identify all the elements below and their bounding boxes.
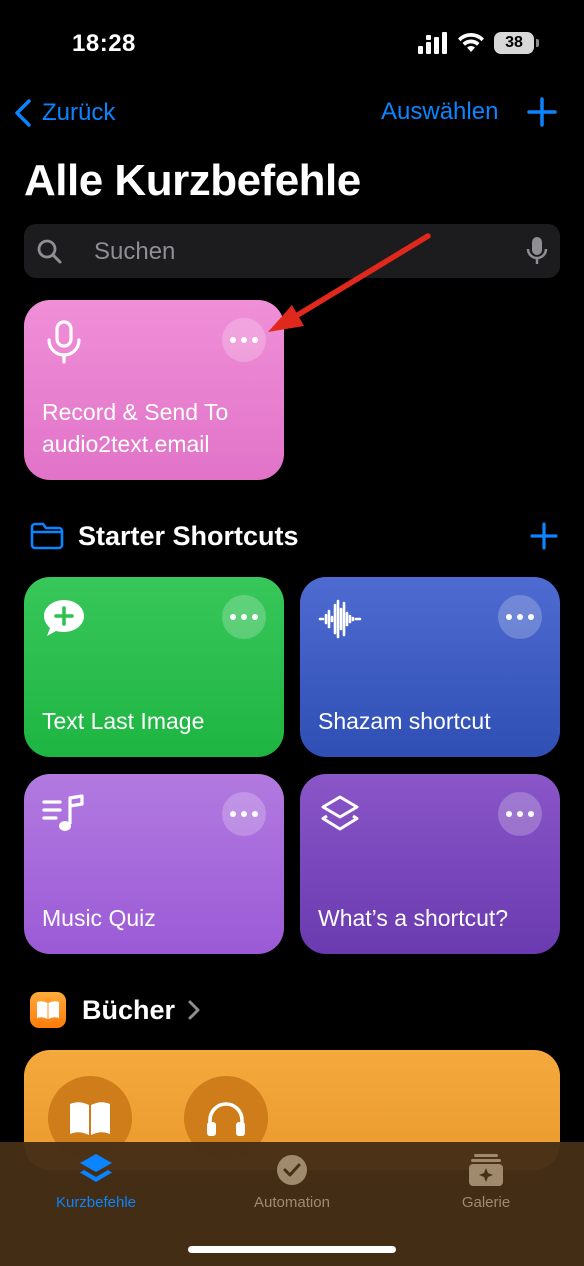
shortcut-label: Music Quiz [42, 905, 156, 931]
section-starter-shortcuts[interactable]: Starter Shortcuts [30, 516, 299, 556]
shortcuts-layers-icon [80, 1154, 112, 1182]
tab-label: Kurzbefehle [55, 1194, 137, 1211]
more-options-button[interactable] [222, 318, 266, 362]
shortcut-card-shazam[interactable]: Shazam shortcut [300, 577, 560, 757]
more-options-button[interactable] [222, 792, 266, 836]
battery-indicator: 38 [494, 32, 534, 54]
search-placeholder: Suchen [94, 238, 176, 265]
cellular-signal-icon [418, 32, 447, 54]
back-button[interactable]: Zurück [12, 96, 115, 130]
shortcut-card-record[interactable]: Record & Send To audio2text.email [24, 300, 284, 480]
clock-check-icon [277, 1155, 307, 1185]
more-options-button[interactable] [498, 595, 542, 639]
select-button[interactable]: Auswählen [381, 98, 498, 126]
home-indicator [188, 1246, 396, 1253]
shortcut-label: Record & Send To audio2text.email [42, 399, 229, 457]
books-app-icon [30, 992, 66, 1028]
message-plus-icon [44, 600, 84, 636]
section-title: Bücher [82, 994, 176, 1025]
back-label: Zurück [42, 99, 116, 126]
more-options-button[interactable] [498, 792, 542, 836]
tab-label: Galerie [461, 1194, 511, 1211]
search-icon [37, 239, 62, 264]
gallery-sparkle-icon [469, 1154, 503, 1186]
tab-label: Automation [254, 1194, 330, 1211]
battery-tip [536, 39, 539, 47]
shortcut-card-whats-a-shortcut[interactable]: What’s a shortcut? [300, 774, 560, 954]
tab-automation[interactable]: Automation [222, 1152, 362, 1211]
music-list-icon [42, 794, 84, 831]
shortcut-card-music-quiz[interactable]: Music Quiz [24, 774, 284, 954]
waveform-icon [318, 599, 362, 639]
dictation-mic-icon[interactable] [526, 236, 548, 266]
shortcuts-layers-icon [321, 795, 359, 831]
tab-shortcuts[interactable]: Kurzbefehle [26, 1152, 166, 1211]
status-time: 18:28 [72, 30, 136, 57]
add-shortcut-plus-icon[interactable] [526, 96, 558, 128]
chevron-left-icon [15, 99, 31, 127]
shortcut-label: Text Last Image [42, 708, 205, 734]
folder-icon [30, 522, 64, 550]
more-options-button[interactable] [222, 595, 266, 639]
tab-gallery[interactable]: Galerie [416, 1152, 556, 1211]
section-title: Starter Shortcuts [78, 520, 299, 551]
shortcut-card-text-last-image[interactable]: Text Last Image [24, 577, 284, 757]
page-title: Alle Kurzbefehle [24, 156, 361, 205]
add-to-folder-plus-icon[interactable] [530, 522, 558, 550]
chevron-right-icon [188, 1000, 200, 1020]
shortcut-label: What’s a shortcut? [318, 905, 509, 931]
wifi-icon [458, 32, 484, 52]
microphone-icon [47, 320, 81, 364]
status-bar: 18:28 38 [0, 0, 584, 86]
shortcut-label: Shazam shortcut [318, 708, 491, 734]
section-books[interactable]: Bücher [30, 990, 201, 1030]
search-field[interactable]: Suchen [24, 224, 560, 278]
